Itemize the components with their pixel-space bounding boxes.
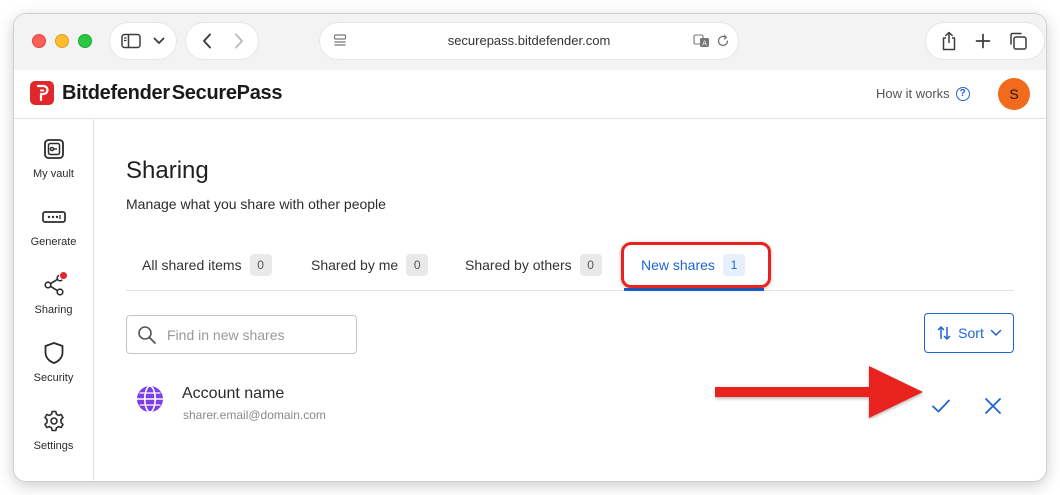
tab-count-badge: 0 bbox=[406, 254, 429, 276]
browser-toolbar: securepass.bitdefender.com A bbox=[14, 14, 1046, 70]
tab-shared-by-me[interactable]: Shared by me 0 bbox=[311, 239, 429, 291]
sort-button[interactable]: Sort bbox=[924, 313, 1014, 353]
sidebar-label-settings: Settings bbox=[33, 440, 74, 452]
url-text: securepass.bitdefender.com bbox=[447, 33, 611, 48]
chevron-down-icon bbox=[990, 329, 1002, 336]
sharing-tabs: All shared items 0 Shared by me 0 Shared… bbox=[126, 239, 1014, 291]
active-tab-indicator bbox=[624, 288, 764, 291]
gear-icon bbox=[40, 407, 68, 435]
how-it-works-label: How it works bbox=[876, 86, 950, 101]
brand-product: SecurePass bbox=[171, 82, 283, 104]
sidebar-item-generate[interactable]: Generate bbox=[14, 203, 93, 265]
sidebar-label-generate: Generate bbox=[30, 236, 77, 248]
share-sender-email: sharer.email@domain.com bbox=[183, 408, 326, 422]
vault-icon bbox=[40, 135, 68, 163]
brand-name[interactable]: Bitdefender SecurePass bbox=[62, 82, 282, 105]
tab-overview-icon[interactable] bbox=[1006, 23, 1030, 59]
sort-icon bbox=[937, 326, 951, 340]
new-tab-icon[interactable] bbox=[972, 23, 994, 59]
tab-shared-by-others[interactable]: Shared by others 0 bbox=[465, 239, 602, 291]
app-header: Bitdefender SecurePass How it works ? S bbox=[14, 70, 1046, 119]
back-icon[interactable] bbox=[196, 23, 218, 59]
translate-icon[interactable]: A bbox=[692, 23, 712, 59]
sidebar-item-security[interactable]: Security bbox=[14, 339, 93, 401]
annotation-arrow-icon bbox=[715, 365, 935, 419]
sidebar-toggle-group bbox=[110, 23, 176, 59]
sidebar-icon[interactable] bbox=[120, 23, 142, 59]
main-content: Sharing Manage what you share with other… bbox=[94, 119, 1046, 481]
sidebar-label-sharing: Sharing bbox=[34, 304, 73, 316]
close-icon bbox=[985, 398, 1001, 414]
tab-label: Shared by me bbox=[311, 257, 399, 273]
user-avatar[interactable]: S bbox=[998, 78, 1030, 110]
page-subtitle: Manage what you share with other people bbox=[126, 196, 386, 212]
password-generator-icon bbox=[40, 203, 68, 231]
globe-icon bbox=[136, 385, 164, 413]
svg-text:A: A bbox=[702, 40, 707, 48]
notification-dot bbox=[58, 271, 68, 280]
reload-icon[interactable] bbox=[714, 23, 732, 59]
sidebar-label-security: Security bbox=[33, 372, 74, 384]
close-window-button[interactable] bbox=[32, 34, 46, 48]
browser-window: securepass.bitdefender.com A Bitdefender… bbox=[14, 14, 1046, 481]
sidebar-item-settings[interactable]: Settings bbox=[14, 407, 93, 469]
tab-count-badge: 0 bbox=[249, 254, 272, 276]
help-icon: ? bbox=[955, 86, 970, 101]
sort-label: Sort bbox=[958, 325, 984, 341]
search-box bbox=[126, 315, 357, 354]
page-title: Sharing bbox=[126, 157, 209, 184]
tab-label: All shared items bbox=[142, 257, 242, 273]
bitdefender-logo-icon bbox=[30, 81, 54, 105]
zoom-window-button[interactable] bbox=[78, 34, 92, 48]
browser-actions-group bbox=[926, 23, 1044, 59]
sidebar-label-my-vault: My vault bbox=[33, 168, 74, 180]
minimize-window-button[interactable] bbox=[55, 34, 69, 48]
tab-label: Shared by others bbox=[465, 257, 572, 273]
shield-icon bbox=[40, 339, 68, 367]
app-sidebar: My vault Generate Sharing Security Setti… bbox=[14, 119, 94, 481]
forward-icon[interactable] bbox=[228, 23, 250, 59]
chevron-down-icon[interactable] bbox=[150, 23, 168, 59]
share-page-icon[interactable] bbox=[938, 23, 960, 59]
share-icon bbox=[40, 271, 68, 299]
annotation-highlight-box bbox=[621, 242, 771, 288]
sidebar-item-my-vault[interactable]: My vault bbox=[14, 135, 93, 197]
tab-all-shared-items[interactable]: All shared items 0 bbox=[142, 239, 272, 291]
search-input[interactable] bbox=[167, 326, 352, 343]
search-icon bbox=[127, 316, 167, 353]
share-account-name: Account name bbox=[182, 385, 285, 402]
address-bar[interactable]: securepass.bitdefender.com A bbox=[320, 23, 738, 59]
navigation-group bbox=[186, 23, 258, 59]
how-it-works-link[interactable]: How it works ? bbox=[876, 86, 970, 101]
brand-company: Bitdefender bbox=[62, 82, 170, 104]
sidebar-item-sharing[interactable]: Sharing bbox=[14, 271, 93, 333]
decline-share-button[interactable] bbox=[978, 391, 1008, 421]
tab-count-badge: 0 bbox=[579, 254, 602, 276]
